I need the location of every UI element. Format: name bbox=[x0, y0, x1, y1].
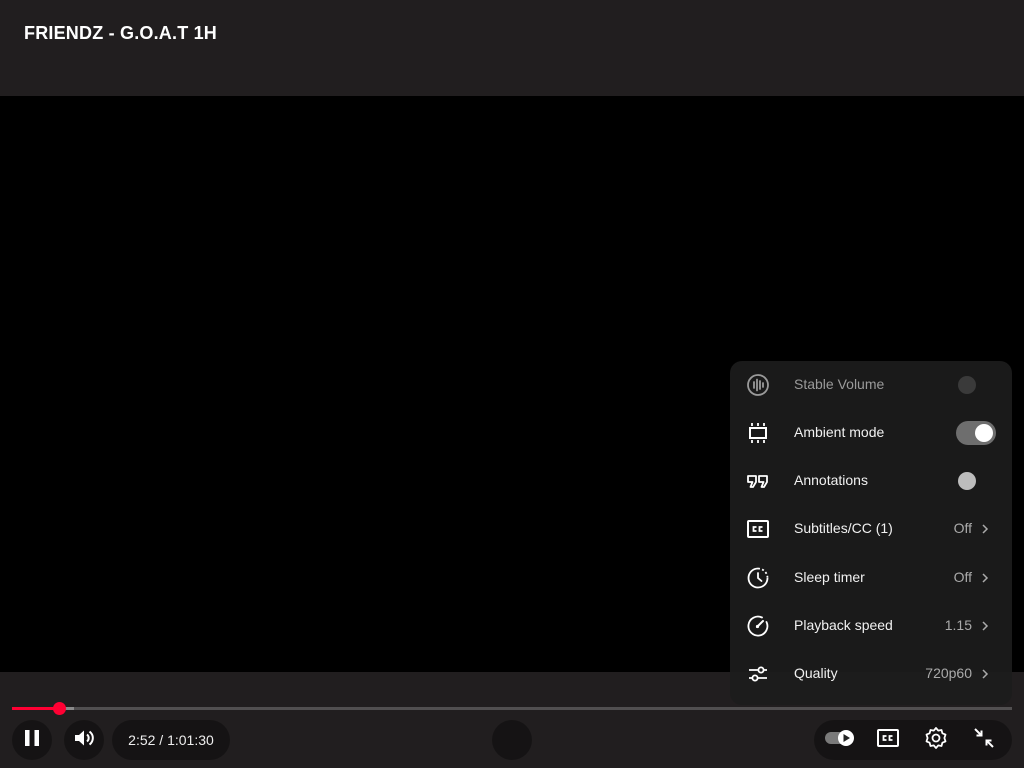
stable-volume-toggle[interactable] bbox=[956, 373, 996, 397]
autoplay-toggle[interactable] bbox=[820, 720, 860, 760]
menu-item-label: Subtitles/CC (1) bbox=[794, 520, 893, 536]
scrubber-handle[interactable] bbox=[53, 702, 66, 715]
chevron-right-icon bbox=[980, 667, 990, 681]
gear-icon bbox=[924, 726, 948, 755]
pause-icon bbox=[23, 728, 41, 753]
menu-item-stable-volume[interactable]: Stable Volume bbox=[730, 361, 1012, 409]
chevron-right-icon bbox=[980, 619, 990, 633]
menu-item-sleep-timer[interactable]: Sleep timer Off bbox=[730, 554, 1012, 602]
settings-menu: Stable Volume Ambient mode Annotations S… bbox=[730, 361, 1012, 705]
video-title: FRIENDZ - G.O.A.T 1H bbox=[24, 23, 217, 43]
menu-item-value: 720p60 bbox=[925, 665, 972, 681]
menu-item-label: Annotations bbox=[794, 472, 868, 488]
pause-button[interactable] bbox=[12, 720, 52, 760]
time-display-text: 2:52 / 1:01:30 bbox=[128, 732, 214, 748]
menu-item-subtitles[interactable]: Subtitles/CC (1) Off bbox=[730, 505, 1012, 553]
menu-item-playback-speed[interactable]: Playback speed 1.15 bbox=[730, 602, 1012, 650]
stable-volume-icon bbox=[746, 373, 770, 397]
chevron-right-icon bbox=[980, 571, 990, 585]
menu-item-quality[interactable]: Quality 720p60 bbox=[730, 650, 1012, 698]
quality-icon bbox=[746, 662, 770, 686]
playback-speed-icon bbox=[746, 614, 770, 638]
ambient-mode-toggle[interactable] bbox=[956, 421, 996, 445]
annotations-toggle[interactable] bbox=[956, 469, 996, 493]
volume-button[interactable] bbox=[64, 720, 104, 760]
volume-icon bbox=[72, 726, 96, 755]
menu-item-value: Off bbox=[953, 520, 972, 536]
ambient-mode-icon bbox=[746, 421, 770, 445]
time-display: 2:52 / 1:01:30 bbox=[112, 720, 230, 760]
menu-item-value: Off bbox=[953, 569, 972, 585]
menu-item-label: Playback speed bbox=[794, 617, 893, 633]
title-bar: FRIENDZ - G.O.A.T 1H bbox=[0, 0, 1024, 96]
settings-button[interactable] bbox=[916, 720, 956, 760]
menu-item-label: Ambient mode bbox=[794, 424, 885, 440]
menu-item-label: Sleep timer bbox=[794, 569, 865, 585]
subtitles-icon bbox=[746, 517, 770, 541]
progress-bar[interactable] bbox=[12, 702, 1012, 715]
annotations-icon bbox=[746, 469, 770, 493]
played-bar bbox=[12, 707, 59, 710]
menu-item-annotations[interactable]: Annotations bbox=[730, 457, 1012, 505]
menu-item-label: Stable Volume bbox=[794, 376, 885, 392]
cc-icon bbox=[876, 726, 900, 755]
exit-fullscreen-button[interactable] bbox=[964, 720, 1004, 760]
menu-item-ambient-mode[interactable]: Ambient mode bbox=[730, 409, 1012, 457]
menu-item-value: 1.15 bbox=[944, 617, 972, 633]
subtitles-button[interactable] bbox=[868, 720, 908, 760]
chevron-right-icon bbox=[980, 522, 990, 536]
exit-fullscreen-icon bbox=[973, 727, 995, 754]
center-overlay-button[interactable] bbox=[492, 720, 532, 760]
menu-item-label: Quality bbox=[794, 665, 838, 681]
autoplay-icon bbox=[824, 728, 856, 753]
sleep-timer-icon bbox=[746, 566, 770, 590]
